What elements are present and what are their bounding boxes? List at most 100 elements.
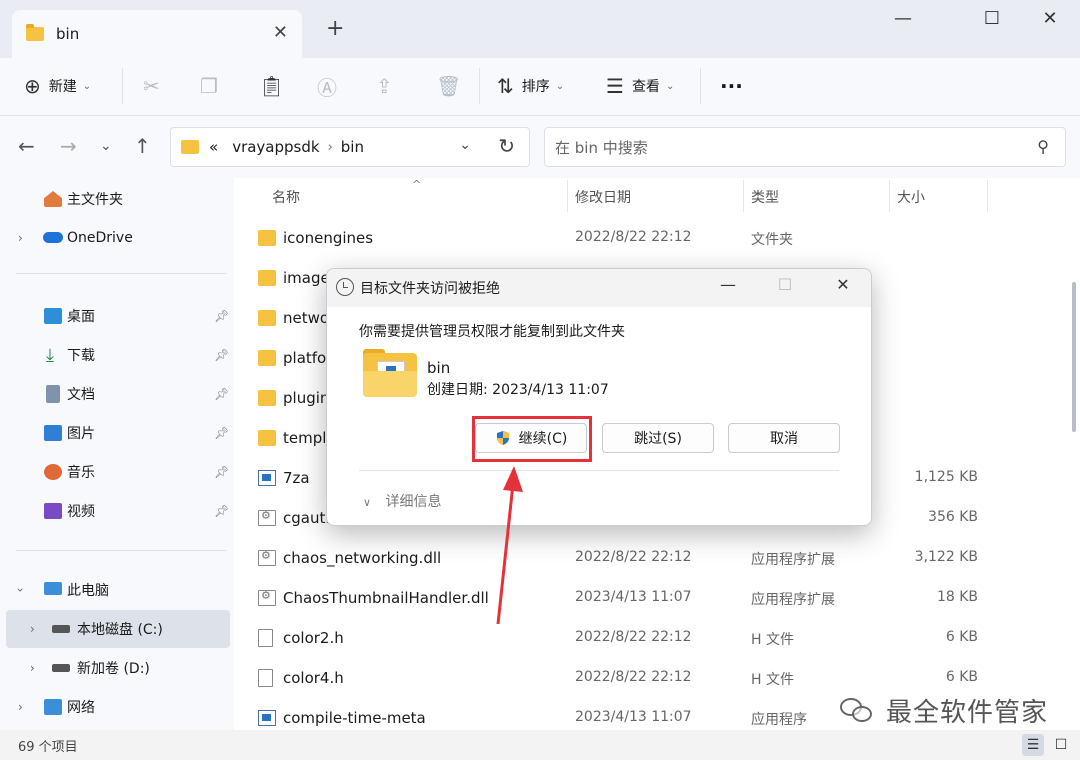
chevron-right-icon[interactable]: › [18, 700, 23, 714]
sidebar-item-documents[interactable]: 文档 📌︎ [0, 375, 234, 413]
folder-icon [258, 230, 276, 246]
refresh-icon[interactable]: ↻ [498, 134, 515, 158]
maximize-button[interactable]: ☐ [977, 8, 1007, 29]
dll-file-icon [258, 509, 276, 526]
forward-button[interactable]: → [60, 134, 77, 158]
column-header-name[interactable]: 名称 [272, 187, 300, 207]
breadcrumb-segment[interactable]: bin [341, 138, 364, 156]
rename-button[interactable]: Ⓐ [317, 71, 337, 101]
share-button[interactable]: ⇪ [376, 71, 393, 101]
new-tab-button[interactable]: + [326, 16, 344, 41]
pin-icon[interactable]: 📌︎ [214, 309, 229, 323]
new-button[interactable]: ⊕ 新建 ⌄ [24, 71, 91, 101]
folder-icon [258, 350, 276, 366]
back-button[interactable]: ← [18, 134, 35, 158]
chevron-down-icon[interactable]: ⌄ [459, 137, 471, 153]
more-options-button[interactable]: ··· [720, 71, 743, 101]
up-button[interactable]: ↑ [134, 134, 151, 158]
sidebar-item-downloads[interactable]: ⤓ 下载 📌︎ [0, 336, 234, 374]
file-name: ChaosThumbnailHandler.dll [283, 589, 489, 607]
sidebar-item-drive-d[interactable]: › 新加卷 (D:) [0, 649, 234, 687]
file-row[interactable]: iconengines 2022/8/22 22:12 文件夹 [234, 218, 1080, 258]
status-bar: 69 个项目 ☰ ☐ [0, 730, 1080, 760]
pin-icon[interactable]: 📌︎ [214, 426, 229, 440]
header-file-icon [258, 669, 273, 687]
sidebar-item-pictures[interactable]: 图片 📌︎ [0, 414, 234, 452]
sidebar-item-label: 文档 [67, 387, 95, 403]
sidebar-item-onedrive[interactable]: › OneDrive [0, 219, 234, 257]
details-view-button[interactable]: ☰ [1022, 734, 1044, 756]
column-headers: ^ 名称 修改日期 类型 大小 [234, 178, 1080, 214]
sidebar-item-music[interactable]: 音乐 📌︎ [0, 453, 234, 491]
search-input[interactable]: 在 bin 中搜索 ⚲ [544, 127, 1066, 167]
chevron-right-icon[interactable]: › [30, 622, 35, 636]
delete-button[interactable]: 🗑︎ [436, 71, 461, 101]
chevron-right-icon[interactable]: › [18, 231, 23, 245]
chevron-down-icon[interactable]: › [13, 588, 27, 593]
sidebar-item-this-pc[interactable]: › 此电脑 [0, 571, 234, 609]
column-divider[interactable] [987, 180, 988, 212]
cancel-button[interactable]: 取消 [728, 423, 840, 453]
sidebar-divider [16, 273, 226, 274]
file-row[interactable]: color2.h 2022/8/22 22:12 H 文件 6 KB [234, 618, 1080, 658]
breadcrumb-overflow[interactable]: « [209, 138, 218, 156]
pin-icon[interactable]: 📌︎ [214, 504, 229, 518]
sidebar-item-desktop[interactable]: 桌面 📌︎ [0, 297, 234, 335]
sidebar-item-label: 音乐 [67, 465, 95, 481]
file-row[interactable]: ChaosThumbnailHandler.dll 2023/4/13 11:07… [234, 578, 1080, 618]
dialog-folder-name: bin [427, 359, 451, 377]
tab-close-icon[interactable]: ✕ [273, 22, 288, 43]
view-button[interactable]: ☰ 查看 ⌄ [606, 71, 674, 101]
sidebar-item-videos[interactable]: 视频 📌︎ [0, 492, 234, 530]
tiles-view-button[interactable]: ☐ [1050, 734, 1072, 756]
column-header-date[interactable]: 修改日期 [575, 187, 631, 207]
chevron-right-icon[interactable]: › [30, 661, 35, 675]
file-size: 3,122 KB [914, 549, 978, 565]
chevron-down-icon: ⌄ [665, 80, 675, 92]
dialog-titlebar[interactable]: 目标文件夹访问被拒绝 — ☐ ✕ [327, 269, 871, 307]
file-size: 356 KB [928, 509, 978, 525]
column-divider[interactable] [743, 180, 744, 212]
cut-button[interactable]: ✂ [143, 71, 160, 101]
sidebar-item-network[interactable]: › 网络 [0, 688, 234, 726]
recent-locations-button[interactable]: ⌄ [100, 138, 112, 154]
pin-icon[interactable]: 📌︎ [214, 348, 229, 362]
drive-icon [52, 625, 70, 633]
breadcrumb-segment[interactable]: vrayappsdk [232, 138, 319, 156]
application-icon [258, 710, 276, 726]
file-name: plugin [283, 389, 330, 407]
sidebar-item-drive-c[interactable]: › 本地磁盘 (C:) [6, 610, 230, 648]
watermark-text: 最全软件管家 [886, 698, 1049, 728]
file-size: 1,125 KB [914, 469, 978, 485]
sidebar-item-home[interactable]: 主文件夹 [0, 180, 234, 218]
close-button[interactable]: ✕ [1035, 8, 1065, 29]
toolbar-divider [700, 68, 701, 104]
dialog-close-button[interactable]: ✕ [828, 275, 858, 294]
file-row[interactable]: chaos_networking.dll 2022/8/22 22:12 应用程序扩… [234, 538, 1080, 578]
file-size: 6 KB [945, 629, 978, 645]
details-toggle[interactable]: ∨ 详细信息 [363, 491, 442, 511]
sort-button[interactable]: ⇅ 排序 ⌄ [497, 71, 564, 101]
pin-icon[interactable]: 📌︎ [214, 465, 229, 479]
skip-button[interactable]: 跳过(S) [602, 423, 714, 453]
vertical-scrollbar[interactable] [1072, 282, 1076, 432]
minimize-button[interactable]: — [888, 8, 918, 29]
address-bar[interactable]: « vrayappsdk › bin ⌄ ↻ [170, 127, 530, 167]
column-header-size[interactable]: 大小 [897, 187, 925, 207]
paste-button[interactable]: 📋︎ [259, 71, 292, 101]
file-name: cgautl [283, 509, 330, 527]
dialog-maximize-button: ☐ [777, 275, 793, 294]
file-name: compile-time-meta [283, 709, 426, 727]
dialog-minimize-button[interactable]: — [713, 275, 743, 294]
drive-icon [52, 664, 70, 672]
command-bar: ⊕ 新建 ⌄ ✂ ❐ 📋︎ Ⓐ ⇪ 🗑︎ ⇅ 排序 ⌄ ☰ 查看 ⌄ ··· [0, 58, 1080, 116]
column-header-type[interactable]: 类型 [751, 187, 779, 207]
file-date: 2023/4/13 11:07 [575, 709, 692, 725]
column-divider[interactable] [567, 180, 568, 212]
pin-icon[interactable]: 📌︎ [214, 387, 229, 401]
column-divider[interactable] [889, 180, 890, 212]
tab-bin[interactable]: bin ✕ [12, 10, 302, 58]
dll-file-icon [258, 549, 276, 566]
file-size: 18 KB [936, 589, 978, 605]
copy-button[interactable]: ❐ [200, 71, 218, 101]
